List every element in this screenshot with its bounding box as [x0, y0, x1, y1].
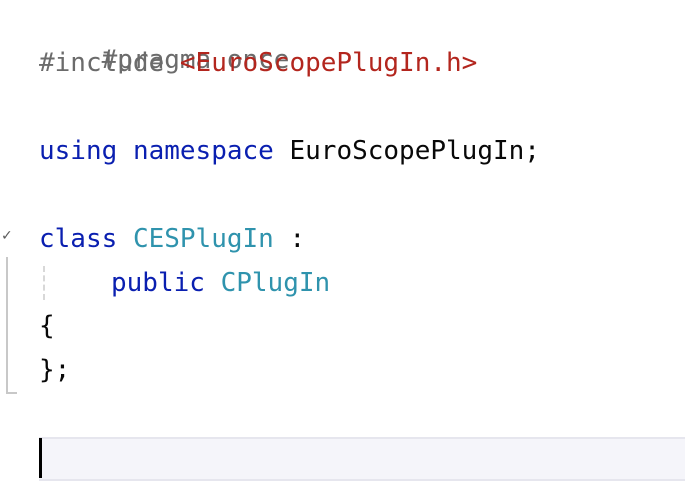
- fold-region-end: [6, 392, 17, 394]
- namespace-name: EuroScopePlugIn;: [273, 136, 540, 166]
- include-directive: #include: [39, 48, 180, 78]
- class-name: CESPlugIn: [132, 224, 274, 254]
- inheritance-colon: :: [273, 224, 306, 254]
- fold-glyph: ✓: [1, 228, 13, 244]
- keyword-class: class: [39, 224, 118, 254]
- open-brace: {: [39, 311, 55, 341]
- keyword-public: public: [111, 268, 205, 298]
- code-line-base-class[interactable]: public CPlugIn: [111, 263, 330, 303]
- code-line-open-brace[interactable]: {: [39, 306, 55, 346]
- code-line-using-namespace[interactable]: using namespace EuroScopePlugIn;: [39, 131, 540, 171]
- chevron-down-icon[interactable]: ✓: [1, 229, 15, 243]
- code-editor[interactable]: #pragma once #include <EuroScopePlugIn.h…: [0, 0, 685, 488]
- text-caret: [39, 438, 42, 478]
- code-line-close-brace[interactable]: };: [39, 350, 70, 390]
- indent-guide: [43, 266, 45, 300]
- current-line-highlight[interactable]: [39, 437, 685, 481]
- include-path: <EuroScopePlugIn.h>: [179, 48, 478, 78]
- code-line-pragma[interactable]: #pragma once: [39, 0, 290, 75]
- keyword-using: using: [39, 136, 118, 166]
- base-class-name: CPlugIn: [220, 268, 331, 298]
- keyword-namespace: namespace: [132, 136, 274, 166]
- code-line-class-declaration[interactable]: class CESPlugIn :: [39, 219, 305, 259]
- close-brace: };: [39, 355, 71, 385]
- fold-region-line: [6, 257, 8, 393]
- code-line-include[interactable]: #include <EuroScopePlugIn.h>: [39, 43, 477, 83]
